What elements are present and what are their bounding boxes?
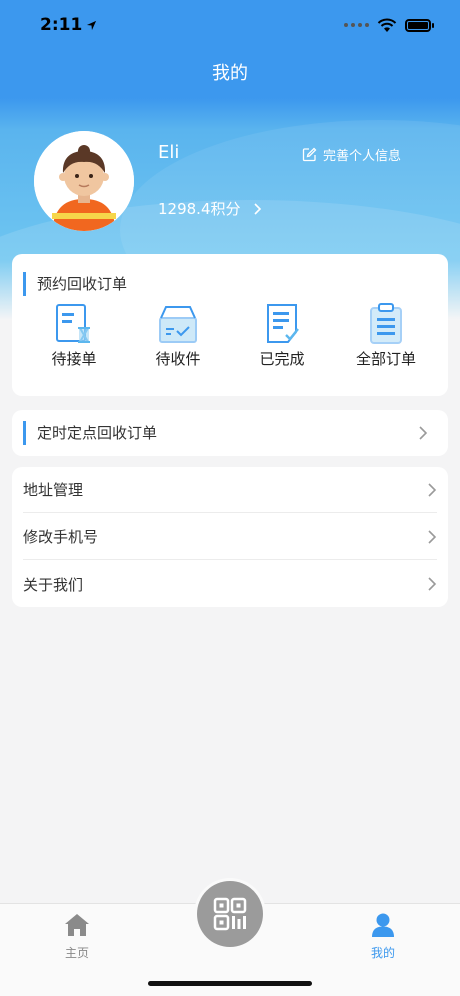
edit-profile-label: 完善个人信息 <box>323 149 402 164</box>
points-value: 1298.4积分 <box>158 200 241 218</box>
wifi-icon <box>377 18 397 32</box>
page-title: 我的 <box>212 63 248 84</box>
reservation-orders-card: 预约回收订单 待接单 待收件 已完成 全部订单 <box>12 254 448 396</box>
chevron-right-icon <box>428 482 437 497</box>
avatar-illustration <box>34 131 134 231</box>
username: Eli <box>158 142 180 163</box>
menu-item-label: 地址管理 <box>23 481 84 499</box>
status-bar: 2:11 <box>0 0 460 50</box>
menu-item-change-phone[interactable]: 修改手机号 <box>23 514 437 560</box>
menu-item-label: 修改手机号 <box>23 528 99 546</box>
chevron-right-icon <box>419 426 428 440</box>
menu-item-about[interactable]: 关于我们 <box>23 561 437 607</box>
awaiting-pickup-icon <box>159 306 197 343</box>
timed-orders-row[interactable]: 定时定点回收订单 <box>12 410 448 456</box>
home-indicator <box>148 981 312 986</box>
points-link[interactable]: 1298.4积分 <box>158 198 262 219</box>
signal-icon <box>344 23 369 27</box>
order-status-all[interactable]: 全部订单 <box>336 302 436 374</box>
tab-home[interactable]: 主页 <box>37 912 117 961</box>
pending-order-icon <box>56 304 90 343</box>
chevron-right-icon <box>428 577 437 591</box>
edit-profile-button[interactable]: 完善个人信息 <box>302 145 401 164</box>
section-title: 预约回收订单 <box>23 272 127 296</box>
scan-button[interactable] <box>197 881 263 947</box>
order-status-completed[interactable]: 已完成 <box>232 302 332 374</box>
order-status-awaiting-pickup[interactable]: 待收件 <box>128 302 228 374</box>
status-time: 2:11 <box>40 15 83 35</box>
order-status-grid: 待接单 待收件 已完成 全部订单 <box>12 302 448 374</box>
order-status-label: 已完成 <box>259 350 305 368</box>
edit-icon <box>302 147 317 162</box>
all-orders-icon <box>370 303 402 344</box>
tab-label: 我的 <box>370 946 395 960</box>
chevron-right-icon <box>428 529 437 544</box>
qr-code-icon <box>213 897 247 931</box>
menu-item-address[interactable]: 地址管理 <box>23 467 437 513</box>
home-icon <box>65 914 89 936</box>
chevron-right-icon <box>253 202 261 215</box>
tab-mine[interactable]: 我的 <box>343 912 423 961</box>
order-status-pending[interactable]: 待接单 <box>24 302 124 374</box>
timed-orders-label: 定时定点回收订单 <box>23 421 157 445</box>
user-icon <box>372 913 394 937</box>
order-status-label: 待接单 <box>51 350 97 368</box>
order-status-label: 全部订单 <box>355 350 416 368</box>
menu-item-label: 关于我们 <box>23 575 84 594</box>
avatar[interactable] <box>34 131 134 231</box>
location-arrow-icon <box>87 20 97 30</box>
tab-label: 主页 <box>64 946 89 960</box>
battery-icon <box>405 18 434 32</box>
order-status-label: 待收件 <box>155 350 201 368</box>
settings-list: 地址管理 修改手机号 关于我们 <box>12 467 448 607</box>
completed-icon <box>267 304 299 343</box>
